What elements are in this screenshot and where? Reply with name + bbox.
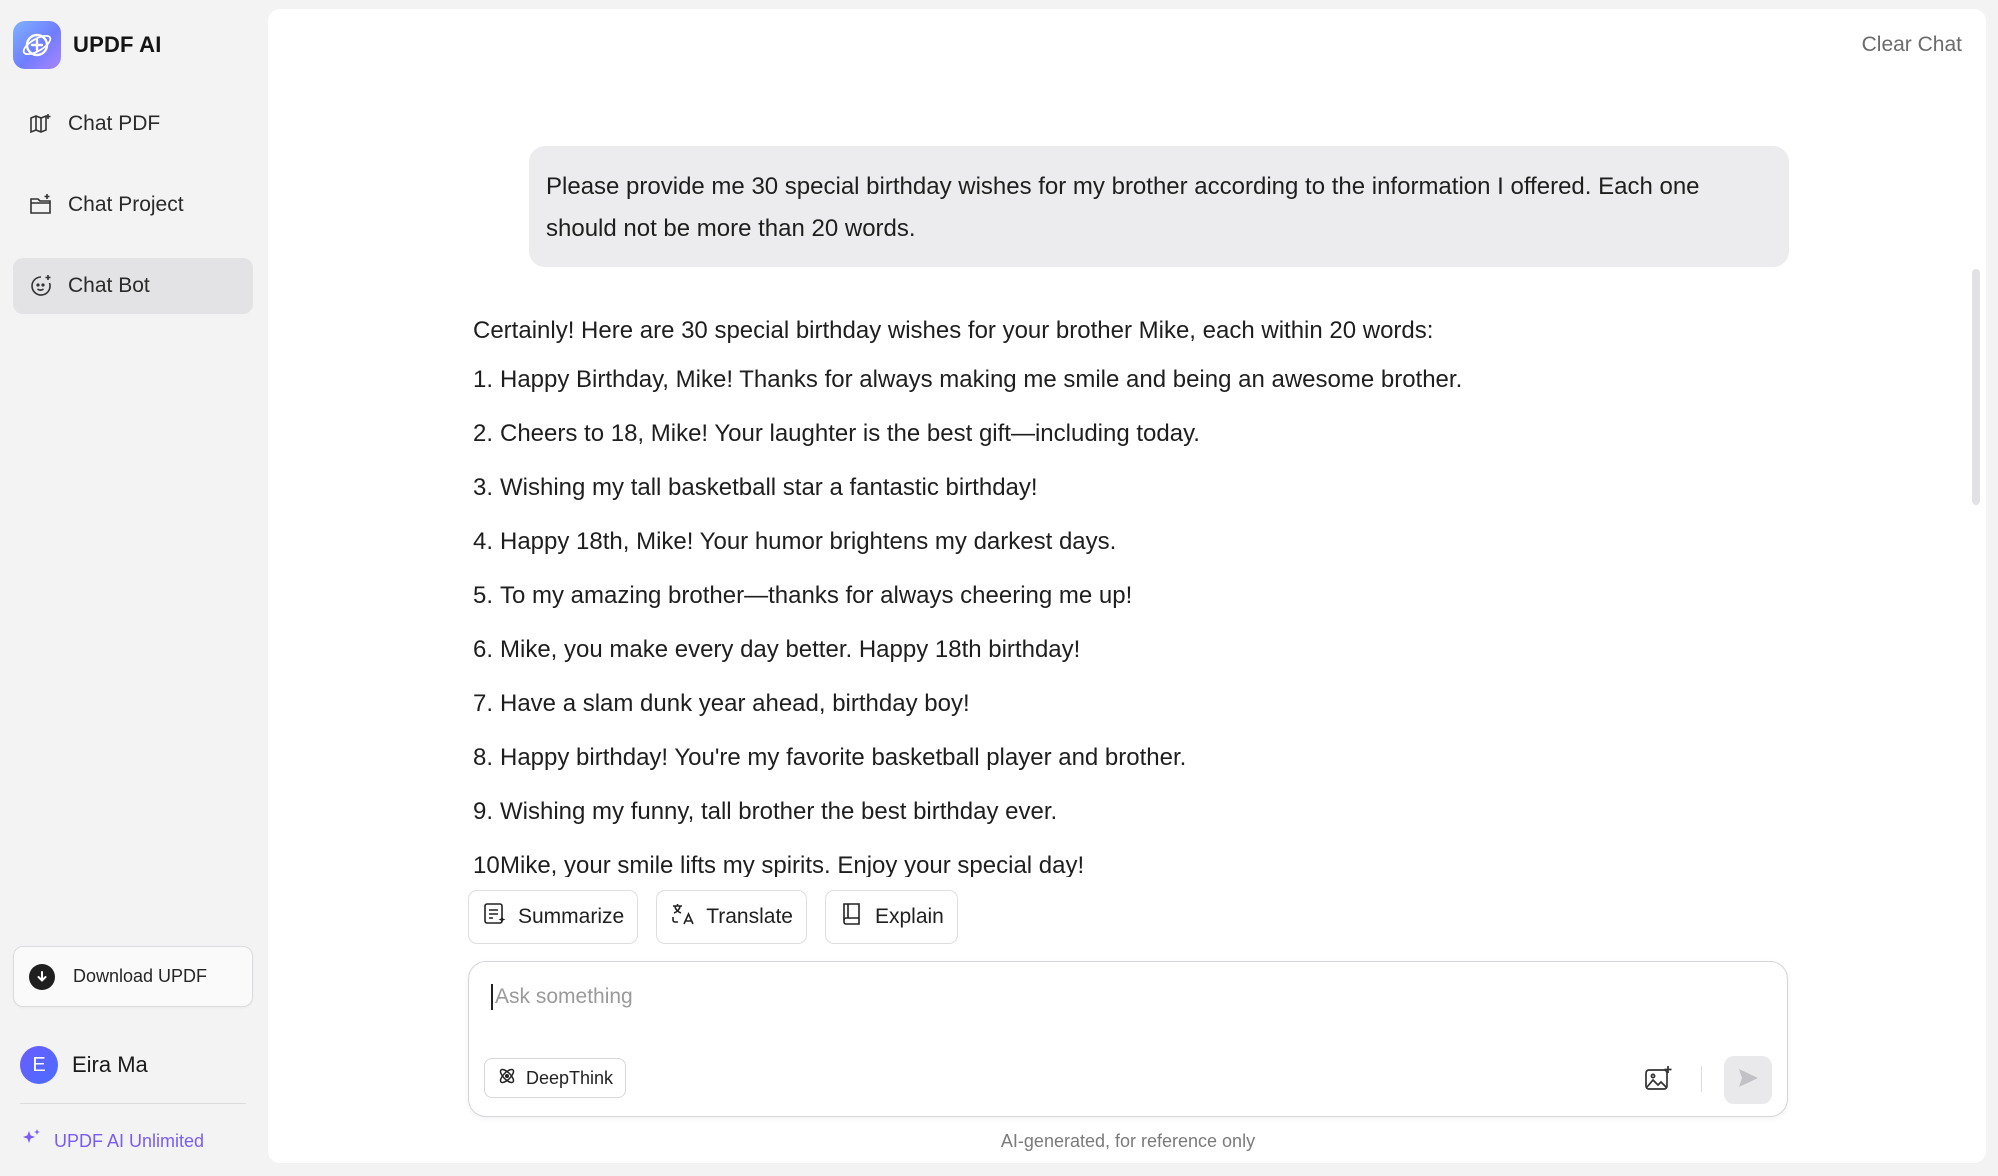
user-message-bubble: Please provide me 30 special birthday wi… — [529, 146, 1789, 267]
input-divider — [1701, 1066, 1702, 1092]
list-item-number: 5. — [473, 582, 494, 609]
explain-label: Explain — [874, 905, 944, 928]
deepthink-icon — [497, 1066, 517, 1091]
sidebar-item-chat-bot[interactable]: Chat Bot — [13, 258, 253, 314]
list-item-text: Wishing my tall basketball star a fantas… — [500, 474, 1038, 501]
summarize-icon — [482, 901, 508, 933]
answer-intro: Certainly! Here are 30 special birthday … — [473, 317, 1434, 344]
sidebar-item-label: Chat Project — [68, 193, 184, 216]
list-item: 7. Have a slam dunk year ahead, birthday … — [473, 677, 1773, 731]
chat-project-icon — [28, 192, 54, 218]
deepthink-toggle[interactable]: DeepThink — [484, 1058, 627, 1098]
list-item: 3. Wishing my tall basketball star a fant… — [473, 461, 1773, 515]
deepthink-label: DeepThink — [526, 1067, 614, 1088]
sidebar-divider — [20, 1103, 246, 1104]
list-item: 1. Happy Birthday, Mike! Thanks for alway… — [473, 353, 1773, 407]
download-updf-label: Download UPDF — [73, 966, 208, 986]
send-button[interactable] — [1724, 1056, 1772, 1104]
translate-button[interactable]: Translate — [656, 890, 807, 944]
updf-ai-unlimited-link[interactable]: UPDF AI Unlimited — [20, 1128, 204, 1155]
list-item-text: Happy 18th, Mike! Your humor brightens m… — [500, 528, 1117, 555]
list-item-number: 8. — [473, 744, 494, 771]
summarize-label: Summarize — [518, 905, 625, 928]
ask-input[interactable] — [491, 984, 1691, 1010]
translate-label: Translate — [706, 905, 793, 928]
brand-name: UPDF AI — [73, 32, 162, 57]
updf-ai-logo-icon — [13, 21, 61, 69]
list-item: 6. Mike, you make every day better. Happy… — [473, 623, 1773, 677]
chat-input-box: DeepThink — [468, 961, 1788, 1117]
list-item: 10. Mike, your smile lifts my spirits. En… — [473, 839, 1773, 877]
quick-actions: Summarize Translate Explain — [468, 890, 958, 944]
image-upload-icon[interactable] — [1641, 1062, 1675, 1096]
chat-bot-icon — [28, 273, 54, 299]
scrollbar-thumb[interactable] — [1972, 269, 1980, 505]
send-icon — [1736, 1066, 1760, 1095]
sidebar: UPDF AI Chat PDF Chat Project Chat Bot D… — [0, 0, 268, 1176]
sidebar-item-chat-project[interactable]: Chat Project — [13, 177, 253, 233]
user-profile[interactable]: E Eira Ma — [20, 1046, 148, 1084]
ai-disclaimer: AI-generated, for reference only — [1000, 1131, 1256, 1151]
ai-answer: Certainly! Here are 30 special birthday … — [473, 299, 1773, 877]
explain-button[interactable]: Explain — [824, 890, 958, 944]
list-item-text: To my amazing brother—thanks for always … — [500, 582, 1133, 609]
list-item-number: 2. — [473, 420, 494, 447]
list-item-number: 4. — [473, 528, 494, 555]
avatar: E — [20, 1046, 58, 1084]
list-item-text: Happy birthday! You're my favorite baske… — [500, 744, 1187, 771]
list-item: 2. Cheers to 18, Mike! Your laughter is t… — [473, 407, 1773, 461]
list-item-text: Happy Birthday, Mike! Thanks for always … — [500, 366, 1463, 393]
download-updf-button[interactable]: Download UPDF — [13, 946, 253, 1007]
list-item-text: Mike, you make every day better. Happy 1… — [500, 636, 1081, 663]
chat-panel: Clear Chat Please provide me 30 special … — [268, 9, 1986, 1163]
list-item-text: Wishing my funny, tall brother the best … — [500, 798, 1058, 825]
list-item: 9. Wishing my funny, tall brother the bes… — [473, 785, 1773, 839]
sidebar-item-label: Chat PDF — [68, 112, 161, 135]
sidebar-item-label: Chat Bot — [68, 274, 150, 297]
clear-chat-button[interactable]: Clear Chat — [1862, 33, 1962, 57]
unlimited-label: UPDF AI Unlimited — [54, 1131, 205, 1151]
list-item-number: 9. — [473, 798, 494, 825]
summarize-button[interactable]: Summarize — [468, 890, 639, 944]
chat-pdf-icon — [28, 111, 54, 137]
sparkle-icon — [20, 1128, 42, 1155]
list-item: 5. To my amazing brother—thanks for alway… — [473, 569, 1773, 623]
explain-icon — [839, 901, 865, 933]
translate-icon — [670, 901, 696, 933]
list-item-text: Have a slam dunk year ahead, birthday bo… — [500, 690, 970, 717]
answer-list: 1. Happy Birthday, Mike! Thanks for alway… — [473, 353, 1773, 877]
download-icon — [29, 963, 55, 990]
brand[interactable]: UPDF AI — [13, 21, 162, 69]
sidebar-item-chat-pdf[interactable]: Chat PDF — [13, 96, 253, 152]
user-name: Eira Ma — [72, 1052, 148, 1077]
list-item-number: 1. — [473, 366, 494, 393]
list-item-number: 6. — [473, 636, 494, 663]
list-item-number: 7. — [473, 690, 494, 717]
list-item: 8. Happy birthday! You're my favorite bas… — [473, 731, 1773, 785]
list-item-text: Cheers to 18, Mike! Your laughter is the… — [500, 420, 1200, 447]
sidebar-nav: Chat PDF Chat Project Chat Bot — [13, 96, 253, 339]
list-item-number: 3. — [473, 474, 494, 501]
list-item: 4. Happy 18th, Mike! Your humor brightens… — [473, 515, 1773, 569]
list-item-text: Mike, your smile lifts my spirits. Enjoy… — [500, 852, 1085, 877]
list-item-number: 10. — [473, 852, 507, 877]
